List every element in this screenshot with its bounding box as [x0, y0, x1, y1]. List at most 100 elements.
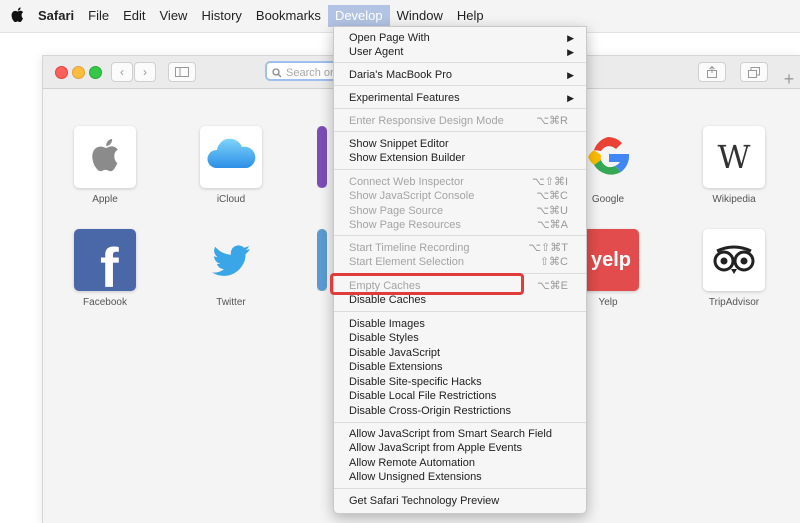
menu-item-allow-remote-automation[interactable]: Allow Remote Automation — [349, 456, 574, 470]
menu-item-shortcut: ⌥⌘C — [536, 190, 568, 202]
favorite-partial-purple[interactable] — [317, 126, 327, 188]
menu-separator — [334, 62, 586, 63]
plus-icon: + — [783, 69, 795, 89]
menu-item-shortcut: ⇧⌘C — [539, 256, 568, 268]
menu-item-label: Disable JavaScript — [349, 347, 441, 359]
favorite-apple[interactable]: Apple — [70, 126, 140, 205]
menu-item-allow-js-search[interactable]: Allow JavaScript from Smart Search Field — [349, 427, 574, 441]
menu-item-label: Start Timeline Recording — [349, 242, 470, 254]
menu-item-shortcut: ⌥⇧⌘T — [528, 242, 568, 254]
menu-item-label: Show Extension Builder — [349, 152, 466, 164]
menu-item-allow-unsigned[interactable]: Allow Unsigned Extensions — [349, 470, 574, 484]
menu-item-shortcut: ⌥⌘U — [536, 205, 568, 217]
menu-item-label: Disable Styles — [349, 332, 419, 344]
favorite-partial-blue[interactable] — [317, 229, 327, 291]
menu-item-disable-caches[interactable]: Disable Caches — [349, 293, 574, 307]
share-button[interactable] — [698, 62, 726, 82]
menu-item-label: Show Page Source — [349, 205, 444, 217]
menu-item-page-source[interactable]: Show Page Source ⌥⌘U — [349, 204, 574, 218]
minimize-window-button[interactable] — [72, 66, 85, 79]
menu-item-page-resources[interactable]: Show Page Resources ⌥⌘A — [349, 218, 574, 232]
menu-item-extension-builder[interactable]: Show Extension Builder — [349, 151, 574, 165]
menu-item-experimental-features[interactable]: Experimental Features ▶ — [349, 91, 574, 105]
menu-item-allow-js-apple-events[interactable]: Allow JavaScript from Apple Events — [349, 441, 574, 455]
apple-icon[interactable] — [2, 6, 32, 26]
menu-item-disable-site-hacks[interactable]: Disable Site-specific Hacks — [349, 375, 574, 389]
back-button[interactable]: ‹ — [111, 62, 133, 82]
zoom-window-button[interactable] — [89, 66, 102, 79]
menu-item-device[interactable]: Daria's MacBook Pro ▶ — [349, 68, 574, 82]
menu-separator — [334, 311, 586, 312]
menu-item-disable-local-file[interactable]: Disable Local File Restrictions — [349, 389, 574, 403]
menu-item-label: Start Element Selection — [349, 256, 464, 268]
apple-logo-icon — [74, 126, 136, 188]
favorite-tripadvisor[interactable]: TripAdvisor — [699, 229, 769, 308]
new-tab-button[interactable]: + — [779, 68, 799, 90]
menu-item-snippet-editor[interactable]: Show Snippet Editor — [349, 137, 574, 151]
submenu-arrow-icon: ▶ — [567, 33, 574, 43]
menu-safari[interactable]: Safari — [32, 5, 81, 27]
menu-item-shortcut: ⌥⇧⌘I — [532, 176, 568, 188]
favorite-twitter[interactable]: Twitter — [196, 229, 266, 308]
menu-separator — [334, 131, 586, 132]
menu-item-label: Show JavaScript Console — [349, 190, 475, 202]
menu-separator — [334, 422, 586, 423]
menu-item-disable-styles[interactable]: Disable Styles — [349, 331, 574, 345]
favorite-label: Facebook — [83, 297, 127, 308]
favorite-facebook[interactable]: f Facebook — [70, 229, 140, 308]
menu-item-label: Disable Extensions — [349, 361, 443, 373]
menu-item-element-selection[interactable]: Start Element Selection ⇧⌘C — [349, 255, 574, 269]
search-placeholder: Search or — [286, 67, 334, 79]
menu-item-label: Daria's MacBook Pro — [349, 69, 452, 81]
submenu-arrow-icon: ▶ — [567, 47, 574, 57]
twitter-bird-icon — [200, 229, 262, 291]
favorite-icloud[interactable]: iCloud — [196, 126, 266, 205]
menu-item-technology-preview[interactable]: Get Safari Technology Preview — [349, 494, 574, 508]
favorite-wikipedia[interactable]: W Wikipedia — [699, 126, 769, 205]
close-window-button[interactable] — [55, 66, 68, 79]
favorite-label: Twitter — [216, 297, 246, 308]
forward-button[interactable]: › — [134, 62, 156, 82]
menu-view[interactable]: View — [153, 5, 195, 27]
menu-item-label: Allow Unsigned Extensions — [349, 471, 482, 483]
partial-tile — [317, 229, 327, 291]
menu-item-web-inspector[interactable]: Connect Web Inspector ⌥⇧⌘I — [349, 175, 574, 189]
tripadvisor-owl-icon — [703, 229, 765, 291]
menu-item-disable-images[interactable]: Disable Images — [349, 317, 574, 331]
menu-item-label: Get Safari Technology Preview — [349, 495, 500, 507]
menu-item-shortcut: ⌥⌘R — [536, 115, 568, 127]
menu-item-label: Disable Cross-Origin Restrictions — [349, 405, 511, 417]
menu-item-js-console[interactable]: Show JavaScript Console ⌥⌘C — [349, 189, 574, 203]
menu-item-disable-extensions[interactable]: Disable Extensions — [349, 360, 574, 374]
menu-item-label: Allow JavaScript from Apple Events — [349, 442, 523, 454]
menu-history[interactable]: History — [194, 5, 248, 27]
menu-separator — [334, 235, 586, 236]
menu-item-label: Disable Images — [349, 318, 425, 330]
favorite-label: Wikipedia — [712, 194, 756, 205]
sidebar-toggle-button[interactable] — [168, 62, 196, 82]
show-tabs-button[interactable] — [740, 62, 768, 82]
menu-item-label: User Agent — [349, 46, 404, 58]
menu-separator — [334, 169, 586, 170]
menu-separator — [334, 85, 586, 86]
menu-window[interactable]: Window — [390, 5, 450, 27]
menu-item-responsive-design[interactable]: Enter Responsive Design Mode ⌥⌘R — [349, 114, 574, 128]
menu-bookmarks[interactable]: Bookmarks — [249, 5, 328, 27]
menu-item-shortcut: ⌥⌘A — [536, 219, 568, 231]
menu-file[interactable]: File — [81, 5, 116, 27]
facebook-logo-text: f — [100, 236, 119, 292]
menu-item-open-page-with[interactable]: Open Page With ▶ — [349, 31, 574, 45]
chevron-right-icon: › — [143, 65, 147, 79]
menu-edit[interactable]: Edit — [116, 5, 152, 27]
menu-develop[interactable]: Develop — [327, 5, 390, 27]
menu-item-timeline-recording[interactable]: Start Timeline Recording ⌥⇧⌘T — [349, 241, 574, 255]
menu-item-label: Connect Web Inspector — [349, 176, 464, 188]
menu-item-disable-cross-origin[interactable]: Disable Cross-Origin Restrictions — [349, 404, 574, 418]
favorite-label: iCloud — [216, 194, 246, 205]
wikipedia-icon: W — [703, 126, 765, 188]
menu-help[interactable]: Help — [450, 5, 491, 27]
menu-item-label: Show Page Resources — [349, 219, 461, 231]
menu-item-disable-javascript[interactable]: Disable JavaScript — [349, 346, 574, 360]
menu-item-user-agent[interactable]: User Agent ▶ — [349, 45, 574, 59]
chevron-left-icon: ‹ — [120, 65, 124, 79]
